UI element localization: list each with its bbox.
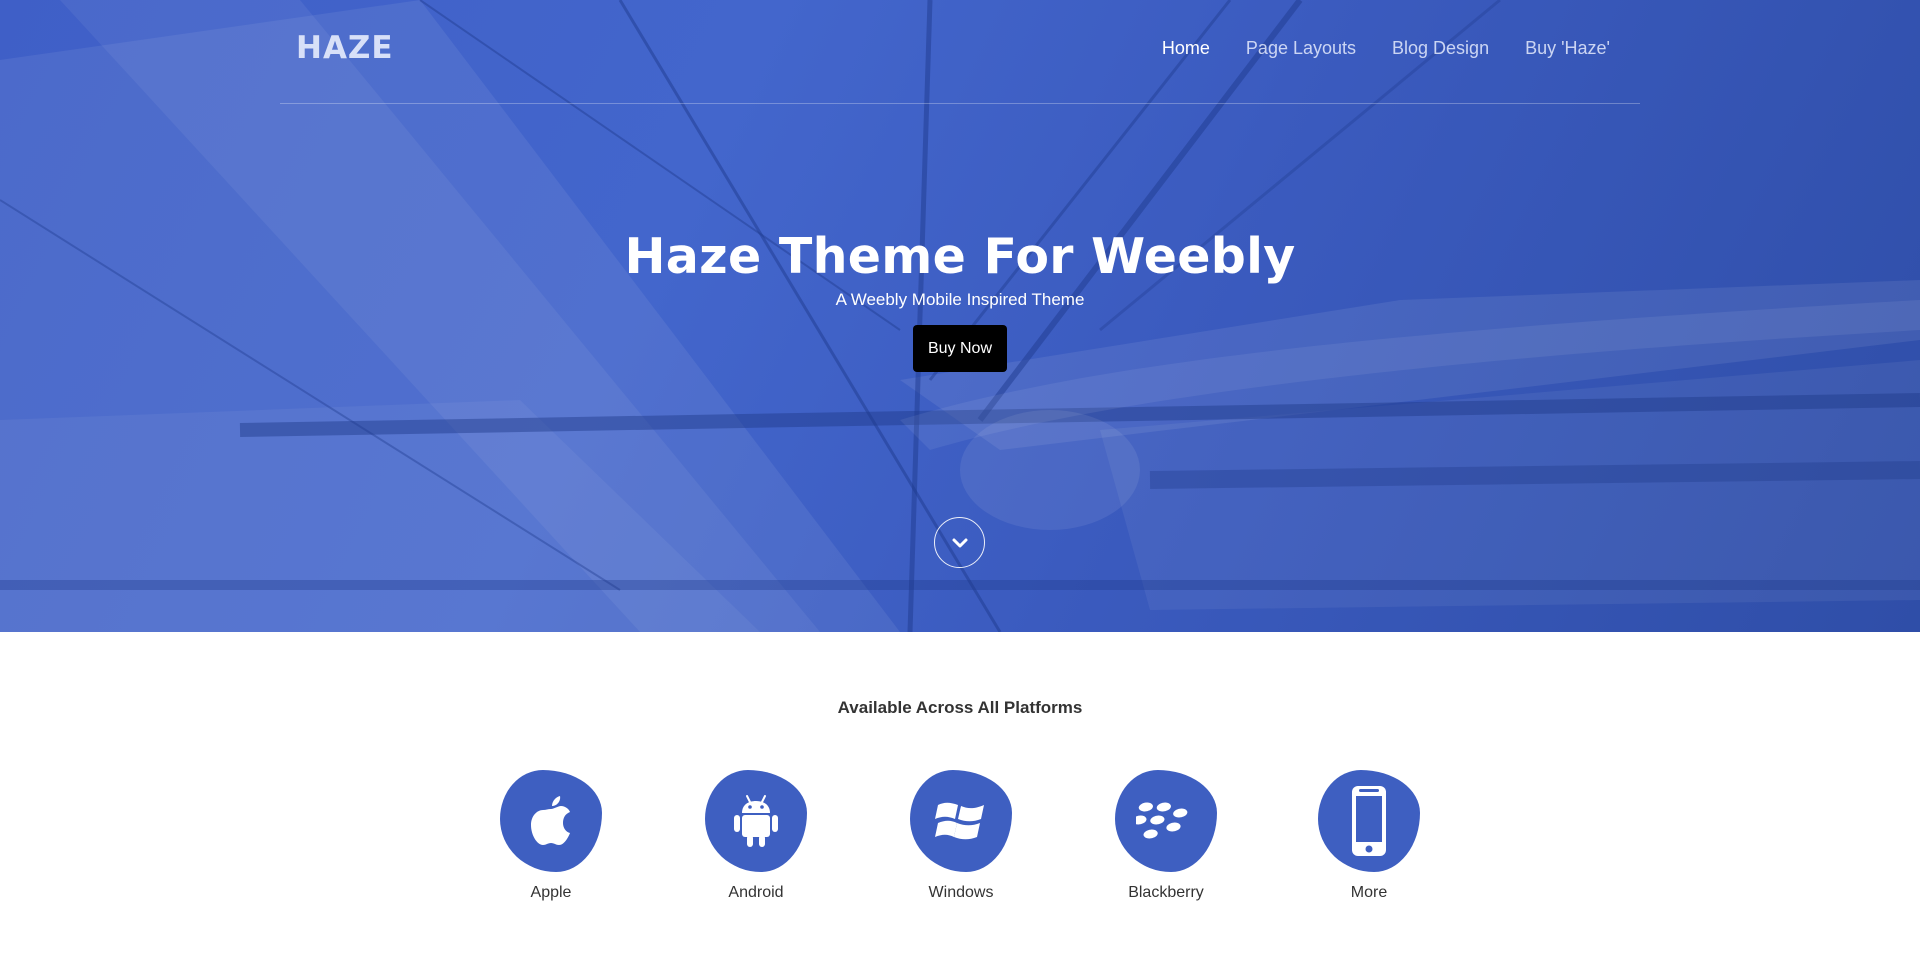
apple-icon	[531, 796, 570, 845]
hero-title: Haze Theme For Weebly	[624, 228, 1296, 285]
platform-label: Blackberry	[1128, 884, 1204, 901]
hero-section: HAZE Home Page Layouts Blog Design Buy '…	[0, 0, 1920, 632]
platform-label: Android	[728, 884, 784, 901]
windows-icon	[935, 802, 984, 840]
mobile-phone-icon	[1352, 786, 1386, 856]
platform-badge	[500, 770, 602, 872]
platform-blackberry[interactable]: Blackberry	[1096, 770, 1236, 910]
nav-item-page-layouts[interactable]: Page Layouts	[1246, 38, 1356, 59]
android-icon	[734, 795, 778, 847]
hero-subtitle: A Weebly Mobile Inspired Theme	[835, 290, 1085, 309]
scroll-down-button[interactable]	[934, 517, 985, 568]
chevron-down-icon	[952, 538, 967, 547]
nav-item-home[interactable]: Home	[1162, 38, 1210, 59]
platform-label: More	[1350, 884, 1388, 901]
platform-badge	[1115, 770, 1217, 872]
site-header: HAZE Home Page Layouts Blog Design Buy '…	[280, 0, 1640, 104]
platform-more[interactable]: More	[1299, 770, 1439, 910]
nav-item-buy-haze[interactable]: Buy 'Haze'	[1525, 38, 1610, 59]
main-nav: Home Page Layouts Blog Design Buy 'Haze'	[1162, 38, 1610, 59]
platforms-heading: Available Across All Platforms	[837, 698, 1083, 717]
platform-label: Apple	[530, 884, 572, 901]
platform-badge	[705, 770, 807, 872]
site-logo[interactable]: HAZE	[296, 30, 394, 66]
blackberry-icon	[1136, 802, 1188, 839]
platform-windows[interactable]: Windows	[891, 770, 1031, 910]
nav-item-blog-design[interactable]: Blog Design	[1392, 38, 1489, 59]
platform-label: Windows	[928, 884, 994, 901]
buy-now-button[interactable]: Buy Now	[913, 325, 1007, 372]
platform-badge	[910, 770, 1012, 872]
platform-apple[interactable]: Apple	[481, 770, 621, 910]
platform-android[interactable]: Android	[686, 770, 826, 910]
platform-badge	[1318, 770, 1420, 872]
